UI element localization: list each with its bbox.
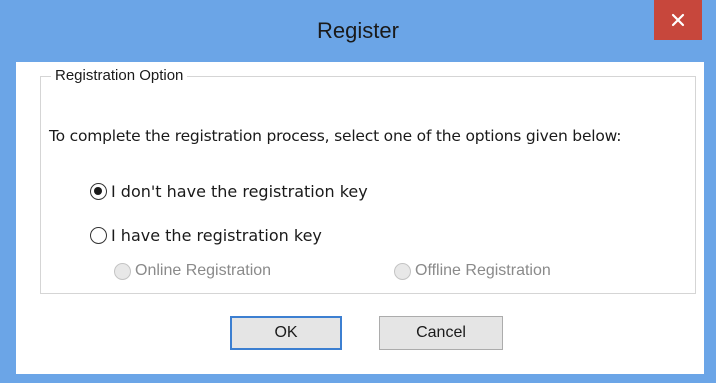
close-button[interactable] (654, 0, 702, 40)
group-legend: Registration Option (51, 67, 188, 85)
cancel-button[interactable]: Cancel (379, 316, 503, 350)
radio-offline-registration[interactable]: Offline Registration (394, 262, 551, 280)
radio-have-key[interactable]: I have the registration key (90, 226, 322, 245)
radio-button-checked[interactable] (90, 183, 107, 200)
radio-no-key[interactable]: I don't have the registration key (90, 182, 368, 201)
dialog-body: Registration Option To complete the regi… (16, 62, 704, 374)
radio-button-unchecked[interactable] (90, 227, 107, 244)
title-bar[interactable]: Register (0, 0, 716, 62)
radio-online-label: Online Registration (135, 262, 272, 279)
window-title: Register (317, 18, 399, 43)
radio-no-key-label: I don't have the registration key (111, 182, 368, 201)
radio-have-key-label: I have the registration key (111, 226, 322, 245)
radio-online-registration[interactable]: Online Registration (114, 262, 271, 280)
radio-offline-label: Offline Registration (415, 262, 551, 279)
instruction-text: To complete the registration process, se… (49, 127, 622, 145)
radio-button-disabled[interactable] (114, 262, 131, 280)
register-dialog: Register Registration Option To complete… (0, 0, 716, 383)
close-icon (671, 13, 685, 27)
ok-button[interactable]: OK (230, 316, 342, 350)
radio-button-disabled[interactable] (394, 262, 411, 280)
